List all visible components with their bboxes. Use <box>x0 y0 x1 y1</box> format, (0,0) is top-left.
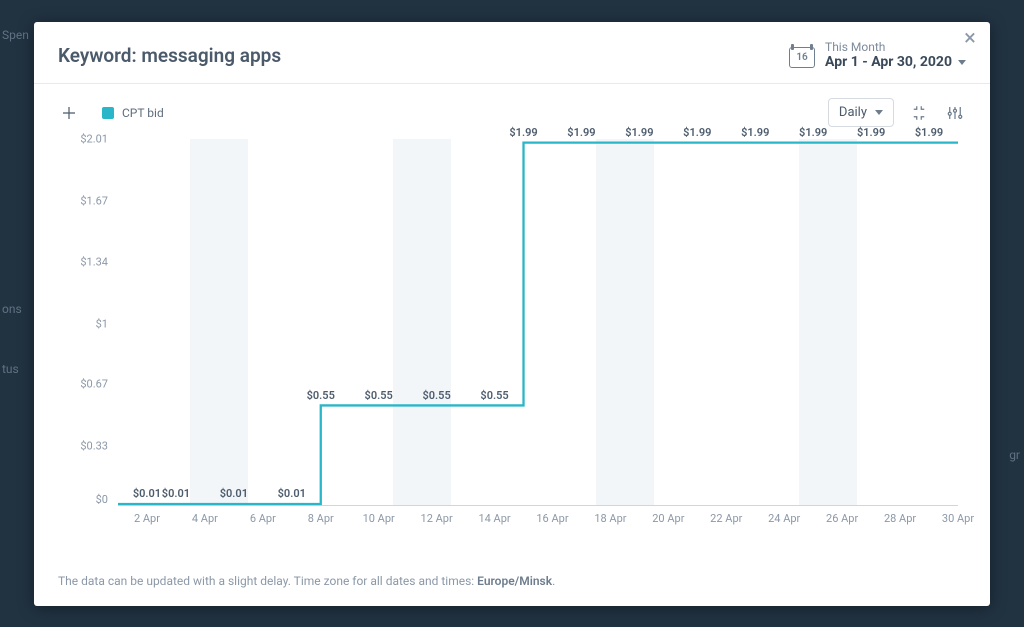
x-tick-label: 4 Apr <box>192 512 218 525</box>
bg-text: gr <box>1009 448 1020 462</box>
data-label: $1.99 <box>741 126 769 139</box>
modal-header: Keyword: messaging apps 16 This Month Ap… <box>34 22 990 84</box>
x-tick-label: 26 Apr <box>826 512 858 525</box>
y-tick-label: $0.33 <box>80 439 108 452</box>
date-range-labels: This Month Apr 1 - Apr 30, 2020 <box>825 40 966 71</box>
data-label: $1.99 <box>509 126 537 139</box>
x-tick-label: 18 Apr <box>594 512 626 525</box>
x-tick-label: 6 Apr <box>250 512 276 525</box>
data-label: $1.99 <box>683 126 711 139</box>
x-tick-label: 2 Apr <box>134 512 160 525</box>
data-label: $0.01 <box>220 487 248 500</box>
x-axis: 2 Apr 4 Apr 6 Apr 8 Apr 10 Apr 12 Apr 14 Apr 16… <box>118 506 958 536</box>
y-axis: $0$0.33$0.67$1$1.34$1.67$2.01 <box>58 139 118 506</box>
legend-item[interactable]: CPT bid <box>102 106 164 120</box>
add-series-button[interactable] <box>58 102 80 124</box>
bg-text: Spen <box>2 28 29 42</box>
chart: $0$0.33$0.67$1$1.34$1.67$2.01 $0.01$0.01… <box>58 139 966 536</box>
y-tick-label: $1.67 <box>80 195 108 208</box>
y-tick-label: $1 <box>96 317 108 330</box>
footer-note: The data can be updated with a slight de… <box>58 574 555 588</box>
aggregation-select[interactable]: Daily <box>828 98 894 127</box>
data-label: $0.01 <box>278 487 306 500</box>
y-tick-label: $0.67 <box>80 377 108 390</box>
data-label: $0.01 <box>133 487 161 500</box>
collapse-icon[interactable] <box>908 102 930 124</box>
data-label: $1.99 <box>567 126 595 139</box>
plot-area: $0.01$0.01$0.01$0.01$0.55$0.55$0.55$0.55… <box>118 139 958 506</box>
data-label: $1.99 <box>915 126 943 139</box>
data-label: $0.01 <box>162 487 190 500</box>
data-label: $1.99 <box>625 126 653 139</box>
data-label: $1.99 <box>857 126 885 139</box>
y-tick-label: $2.01 <box>80 133 108 146</box>
x-tick-label: 14 Apr <box>478 512 510 525</box>
series-line <box>118 139 958 506</box>
x-tick-label: 12 Apr <box>421 512 453 525</box>
date-range-value: Apr 1 - Apr 30, 2020 <box>825 54 952 71</box>
calendar-icon: 16 <box>789 44 815 68</box>
data-label: $0.55 <box>480 389 508 402</box>
data-label: $1.99 <box>799 126 827 139</box>
aggregation-value: Daily <box>839 105 867 120</box>
page-title: Keyword: messaging apps <box>58 44 281 67</box>
legend-label: CPT bid <box>122 106 164 120</box>
data-label: $0.55 <box>422 389 450 402</box>
modal: × Keyword: messaging apps 16 This Month … <box>34 22 990 606</box>
date-range-preset-label: This Month <box>825 40 966 54</box>
date-range-picker[interactable]: 16 This Month Apr 1 - Apr 30, 2020 <box>789 40 966 71</box>
x-tick-label: 30 Apr <box>942 512 974 525</box>
x-tick-label: 28 Apr <box>884 512 916 525</box>
y-tick-label: $1.34 <box>80 255 108 268</box>
x-tick-label: 16 Apr <box>536 512 568 525</box>
x-tick-label: 10 Apr <box>363 512 395 525</box>
x-tick-label: 8 Apr <box>308 512 334 525</box>
data-label: $0.55 <box>365 389 393 402</box>
legend-swatch <box>102 107 114 119</box>
bg-text: ons <box>2 302 22 316</box>
plus-icon <box>60 104 78 122</box>
y-tick-label: $0 <box>96 493 108 506</box>
chevron-down-icon <box>875 110 883 115</box>
chevron-down-icon <box>958 60 966 65</box>
x-tick-label: 22 Apr <box>710 512 742 525</box>
x-tick-label: 20 Apr <box>652 512 684 525</box>
bg-text: tus <box>2 362 19 376</box>
x-tick-label: 24 Apr <box>768 512 800 525</box>
settings-sliders-icon[interactable] <box>944 102 966 124</box>
data-label: $0.55 <box>307 389 335 402</box>
